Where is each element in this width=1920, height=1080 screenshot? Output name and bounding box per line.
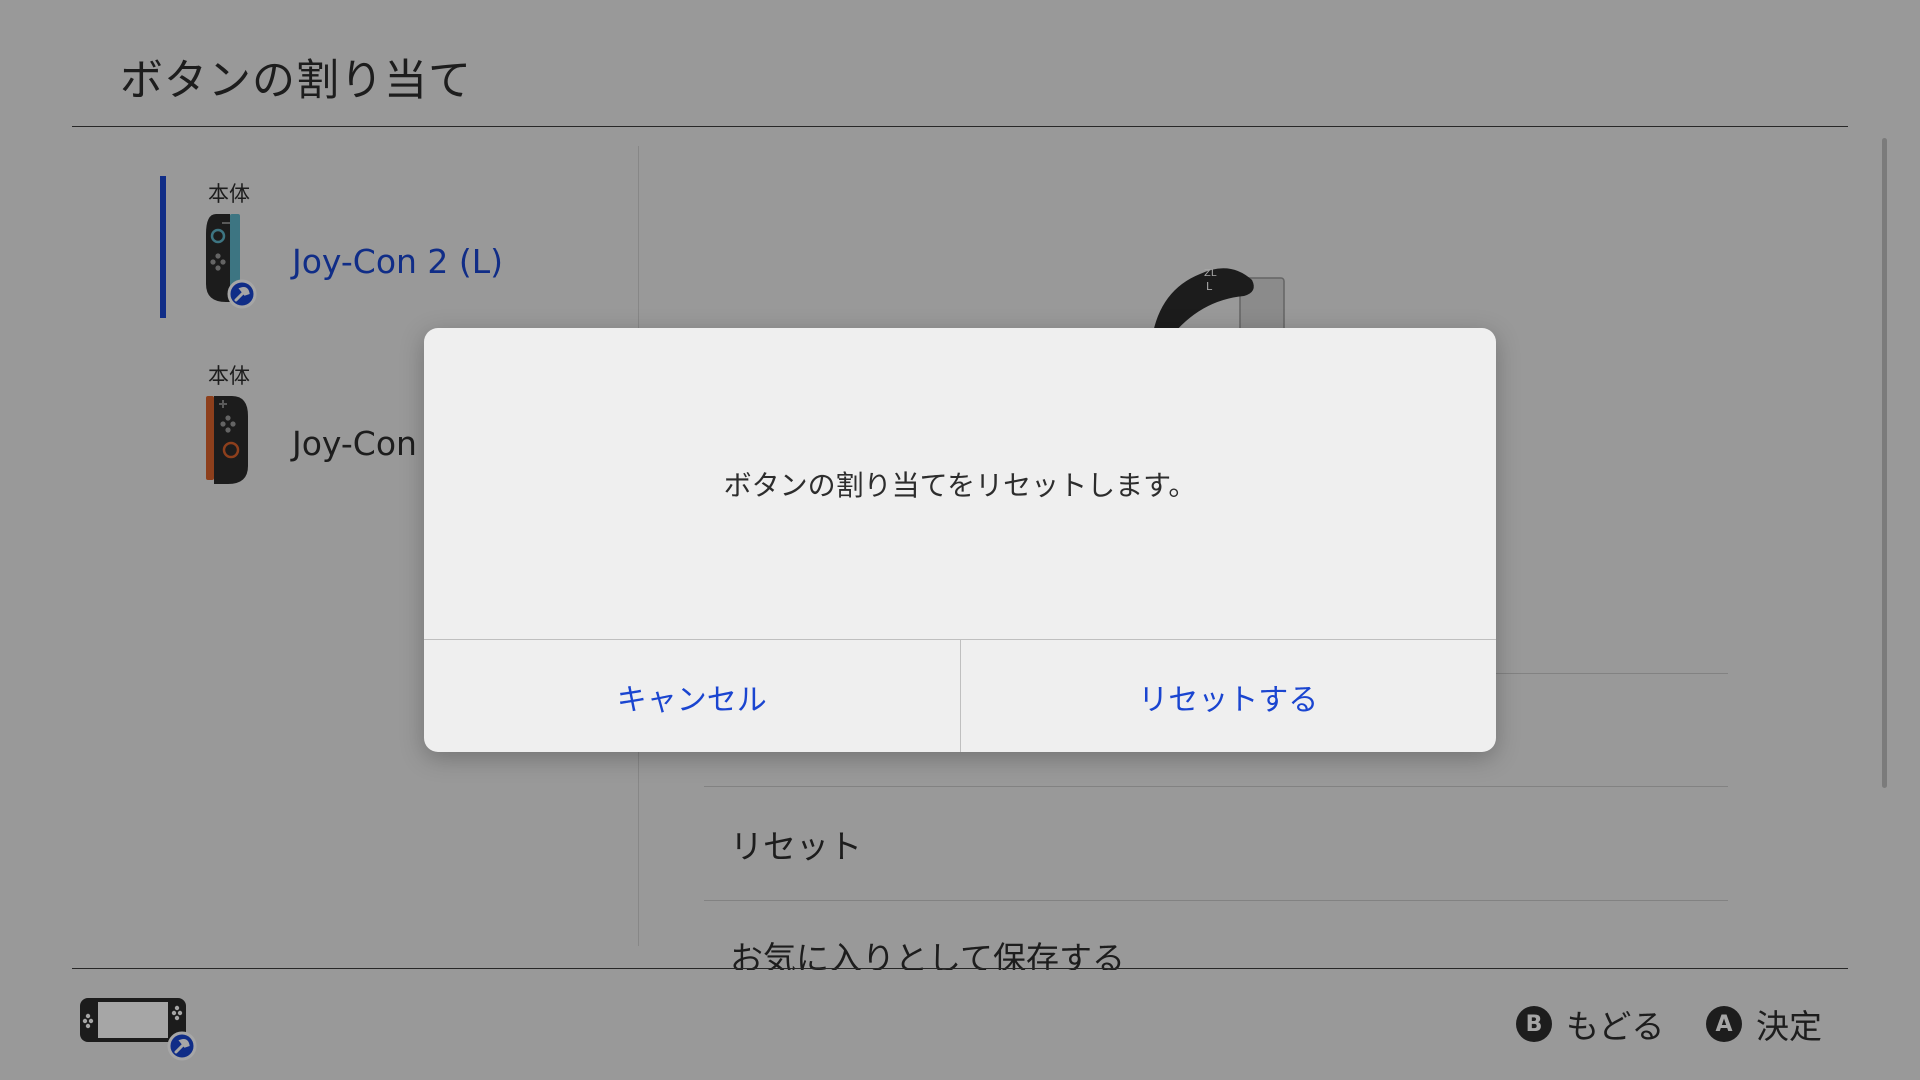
dialog-message: ボタンの割り当てをリセットします。 [723,468,1197,502]
dialog-button-row: キャンセル リセットする [424,639,1496,752]
reset-button[interactable]: リセットする [959,640,1497,752]
reset-confirm-dialog: ボタンの割り当てをリセットします。 キャンセル リセットする [424,328,1496,752]
cancel-button[interactable]: キャンセル [424,640,960,752]
